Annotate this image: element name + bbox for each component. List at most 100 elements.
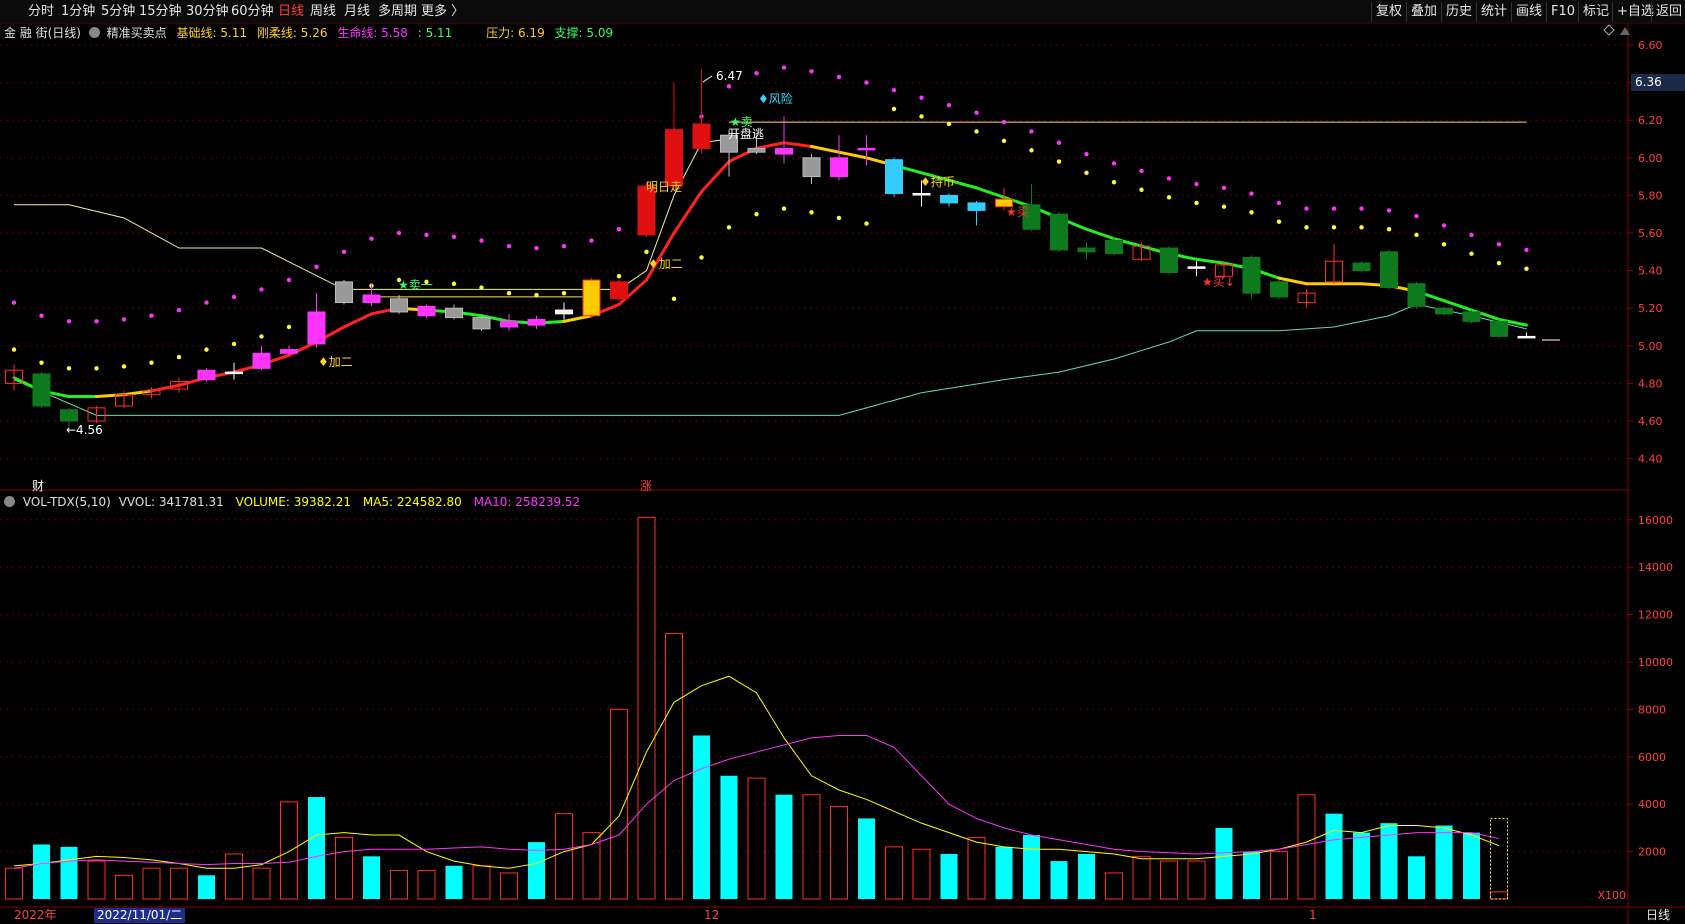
volume-unit-label: X100 bbox=[1597, 889, 1626, 902]
life-line-segment bbox=[122, 389, 153, 397]
magenta-dot bbox=[39, 313, 44, 318]
volume-bar bbox=[747, 777, 766, 900]
candle-body bbox=[1352, 262, 1371, 272]
magenta-dot bbox=[616, 227, 622, 232]
yellow-dot bbox=[259, 334, 264, 339]
yellow-dot bbox=[1441, 242, 1447, 247]
date-cursor: 2022/11/01/二 bbox=[94, 908, 186, 923]
volume-bar bbox=[967, 836, 986, 900]
buy-signal: ★买 bbox=[1006, 205, 1029, 219]
yellow-dot bbox=[1166, 195, 1172, 200]
high-price-label: 6.47 bbox=[716, 69, 743, 83]
magenta-dot bbox=[94, 319, 99, 324]
life-line-segment bbox=[810, 145, 841, 154]
yellow-dot bbox=[1221, 204, 1227, 209]
date-month-12: 12 bbox=[704, 908, 720, 922]
volume-bar bbox=[280, 801, 298, 900]
tomorrow-signal: 明日走 bbox=[646, 180, 682, 194]
volume-bar bbox=[1023, 835, 1040, 899]
volume-bar bbox=[252, 867, 271, 900]
life-line-segment bbox=[1195, 257, 1226, 265]
life-line-segment bbox=[837, 150, 868, 160]
add-two-signal: ♦加二 bbox=[648, 257, 683, 271]
yellow-dot bbox=[121, 364, 127, 369]
candle-body bbox=[1187, 266, 1206, 269]
yellow-dot bbox=[726, 225, 732, 230]
yellow-dot bbox=[176, 354, 182, 360]
magenta-dot bbox=[1496, 242, 1502, 247]
candle-body bbox=[225, 371, 243, 375]
yellow-dot bbox=[644, 249, 649, 254]
hold-cash-signal: ♦持币 bbox=[920, 174, 955, 189]
volume-bar bbox=[637, 516, 656, 900]
period-label[interactable]: 日线 bbox=[1646, 908, 1670, 923]
price-axis-label: 6.20 bbox=[1638, 114, 1663, 127]
yellow-dot bbox=[506, 290, 512, 296]
volume-bar bbox=[665, 633, 683, 900]
life-line-segment bbox=[782, 141, 813, 149]
yellow-dot bbox=[451, 281, 457, 286]
life-line-segment bbox=[342, 312, 373, 329]
volume-bar bbox=[912, 848, 931, 900]
volume-axis-label: 4000 bbox=[1638, 798, 1666, 811]
candle-body bbox=[1462, 311, 1481, 322]
magenta-dot bbox=[1304, 206, 1309, 211]
magenta-dot bbox=[1221, 185, 1227, 191]
magenta-dot bbox=[204, 300, 209, 305]
life-line-segment bbox=[150, 383, 181, 393]
yellow-dot bbox=[39, 360, 44, 365]
magenta-dot bbox=[1194, 181, 1199, 187]
volume-bar bbox=[1490, 891, 1508, 900]
volume-bar bbox=[33, 844, 50, 899]
magenta-dot bbox=[259, 287, 264, 292]
magenta-dot bbox=[1331, 206, 1337, 211]
candle-body bbox=[197, 369, 216, 381]
yellow-dot bbox=[204, 347, 209, 352]
yellow-dot bbox=[11, 347, 17, 352]
candle-body bbox=[885, 159, 903, 195]
magenta-dot bbox=[1001, 119, 1007, 125]
magenta-dot bbox=[946, 102, 952, 108]
candle-body bbox=[1517, 335, 1536, 339]
yellow-dot bbox=[534, 292, 539, 298]
price-axis-label: 5.00 bbox=[1638, 340, 1663, 353]
volume-axis-label: 2000 bbox=[1638, 846, 1666, 859]
date-month-1: 1 bbox=[1309, 908, 1317, 922]
volume-bar bbox=[1160, 860, 1178, 900]
volume-bar bbox=[1353, 832, 1370, 899]
magenta-dot bbox=[11, 300, 17, 305]
magenta-dot bbox=[121, 317, 127, 322]
magenta-dot bbox=[341, 249, 347, 254]
magenta-dot bbox=[1056, 140, 1062, 145]
yellow-dot bbox=[919, 114, 924, 119]
yellow-dot bbox=[1056, 159, 1062, 164]
life-line-segment bbox=[755, 141, 786, 150]
candle-body bbox=[775, 147, 793, 155]
candle-body bbox=[610, 281, 628, 300]
volume-axis-label: 14000 bbox=[1638, 561, 1673, 574]
yellow-dot bbox=[891, 106, 897, 112]
yellow-dot bbox=[1249, 210, 1254, 215]
magenta-dot bbox=[891, 87, 897, 93]
upper-channel-line bbox=[14, 138, 730, 290]
volume-bar bbox=[720, 775, 738, 899]
candle-body bbox=[940, 194, 958, 204]
price-axis-label: 6.00 bbox=[1638, 152, 1663, 165]
volume-bar bbox=[1270, 851, 1288, 900]
volume-bar bbox=[390, 870, 408, 900]
yellow-dot bbox=[1386, 227, 1392, 232]
volume-axis-label: 12000 bbox=[1638, 609, 1673, 622]
candle-body bbox=[472, 317, 491, 330]
magenta-dot bbox=[369, 236, 374, 241]
volume-bar bbox=[1078, 853, 1095, 899]
yellow-dot bbox=[699, 255, 704, 260]
volume-bar bbox=[142, 867, 161, 900]
magenta-dot bbox=[396, 230, 402, 236]
volume-bar bbox=[1105, 872, 1123, 900]
magenta-dot bbox=[1386, 208, 1392, 213]
candle-body bbox=[60, 409, 78, 422]
yellow-dot bbox=[836, 215, 842, 221]
kline-chart[interactable]: 6.606.406.206.005.805.605.405.205.004.80… bbox=[0, 0, 1685, 924]
magenta-dot bbox=[1524, 247, 1529, 253]
price-axis-label: 5.40 bbox=[1638, 265, 1663, 278]
